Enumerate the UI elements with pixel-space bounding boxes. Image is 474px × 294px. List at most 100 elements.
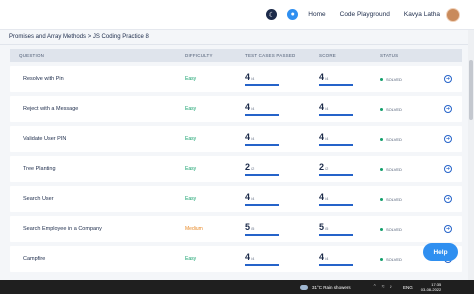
open-question-button[interactable]: ➜ [444,105,452,113]
difficulty-label: Easy [185,196,197,202]
user-name[interactable]: Kavya Latha [404,11,440,18]
test-cases-progress-bar [245,84,279,86]
test-cases-total: /4 [251,256,255,261]
test-cases-total: /4 [251,106,255,111]
score-total: /4 [325,256,329,261]
language-indicator[interactable]: ENG [403,285,413,290]
page: ☾ ● Home Code Playground Kavya Latha Pro… [0,0,474,294]
score-cell: 4/4 [319,190,380,208]
test-cases-cell: 4/4 [245,250,319,268]
table-row[interactable]: Campfire Easy 4/4 4/4 SOLVED ➜ [10,246,462,272]
score-progress-bar [319,264,353,266]
test-cases-passed: 4 [245,72,251,82]
test-cases-cell: 4/4 [245,130,319,148]
score-progress-bar [319,114,353,116]
status-badge: SOLVED [380,77,444,82]
status-badge: SOLVED [380,137,444,142]
scrollbar[interactable] [468,30,474,280]
taskbar-clock[interactable]: 17:35 03-08-2022 [421,282,441,292]
help-button[interactable]: Help [423,243,458,261]
test-cases-total: /2 [251,166,255,171]
table-row[interactable]: Search User Easy 4/4 4/4 SOLVED ➜ [10,186,462,212]
status-text: SOLVED [386,166,402,172]
score-value: 4 [319,102,325,112]
table-row[interactable]: Validate User PIN Easy 4/4 4/4 SOLVED ➜ [10,126,462,152]
open-question-button[interactable]: ➜ [444,135,452,143]
test-cases-total: /4 [251,196,255,201]
difficulty-label: Easy [185,106,197,112]
breadcrumb[interactable]: Promises and Array Methods > JS Coding P… [9,34,149,40]
scrollbar-thumb[interactable] [469,60,473,120]
difficulty-label: Medium [185,226,203,232]
table-header: QUESTION DIFFICULTY TEST CASES PASSED SC… [10,49,462,62]
weather-widget[interactable]: 31°C Rain showers [300,284,351,290]
header-score: SCORE [319,53,337,58]
test-cases-cell: 4/4 [245,100,319,118]
score-progress-bar [319,204,353,206]
score-total: /5 [325,226,329,231]
test-cases-passed: 2 [245,162,251,172]
score-value: 4 [319,132,325,142]
status-text: SOLVED [386,226,402,232]
open-question-button[interactable]: ➜ [444,165,452,173]
question-title[interactable]: Campfire [10,256,185,262]
theme-toggle-icon[interactable]: ☾ [266,9,278,20]
test-cases-progress-bar [245,264,279,266]
question-title[interactable]: Tree Planting [10,166,185,172]
score-progress-bar [319,84,353,86]
score-cell: 5/5 [319,220,380,238]
difficulty-label: Easy [185,76,197,82]
status-dot-icon [380,107,383,111]
score-progress-bar [319,234,353,236]
test-cases-progress-bar [245,144,279,146]
open-question-button[interactable]: ➜ [444,75,452,83]
difficulty-label: Easy [185,166,197,172]
chevron-up-icon[interactable]: ⌃ [373,284,377,290]
questions-table: QUESTION DIFFICULTY TEST CASES PASSED SC… [10,49,462,272]
question-title[interactable]: Resolve with Pin [10,76,185,82]
header-question: QUESTION [19,53,45,58]
status-dot-icon [380,197,383,201]
wifi-icon[interactable]: ≈ [382,284,385,290]
speaker-icon[interactable]: ♪ [390,284,393,290]
status-dot-icon [380,257,383,261]
score-value: 4 [319,192,325,202]
header-test-cases: TEST CASES PASSED [245,53,296,58]
score-value: 4 [319,252,325,262]
question-title[interactable]: Validate User PIN [10,136,185,142]
avatar[interactable] [446,7,460,22]
divider [0,44,474,45]
score-progress-bar [319,144,353,146]
status-badge: SOLVED [380,197,444,202]
weather-text: 31°C Rain showers [312,284,351,290]
header-status: STATUS [380,53,399,58]
table-row[interactable]: Search Employee in a Company Medium 5/5 … [10,216,462,242]
status-dot-icon [380,77,383,81]
table-row[interactable]: Resolve with Pin Easy 4/4 4/4 SOLVED ➜ [10,66,462,92]
test-cases-cell: 2/2 [245,160,319,178]
clock-date: 03-08-2022 [420,287,442,292]
test-cases-passed: 4 [245,192,251,202]
status-text: SOLVED [386,256,402,262]
status-badge: SOLVED [380,107,444,112]
header-difficulty: DIFFICULTY [185,53,213,58]
question-title[interactable]: Search Employee in a Company [10,226,185,232]
question-title[interactable]: Reject with a Message [10,106,185,112]
table-row[interactable]: Tree Planting Easy 2/2 2/2 SOLVED ➜ [10,156,462,182]
difficulty-label: Easy [185,136,197,142]
test-cases-cell: 5/5 [245,220,319,238]
open-question-button[interactable]: ➜ [444,225,452,233]
test-cases-passed: 4 [245,132,251,142]
chat-icon[interactable]: ● [287,9,299,20]
table-row[interactable]: Reject with a Message Easy 4/4 4/4 SOLVE… [10,96,462,122]
score-total: /4 [325,106,329,111]
status-dot-icon [380,227,383,231]
open-question-button[interactable]: ➜ [444,195,452,203]
score-total: /2 [325,166,329,171]
nav-home-link[interactable]: Home [308,11,325,18]
score-value: 5 [319,222,325,232]
status-text: SOLVED [386,106,402,112]
question-title[interactable]: Search User [10,196,185,202]
nav-code-playground-link[interactable]: Code Playground [340,11,390,18]
status-text: SOLVED [386,136,402,142]
